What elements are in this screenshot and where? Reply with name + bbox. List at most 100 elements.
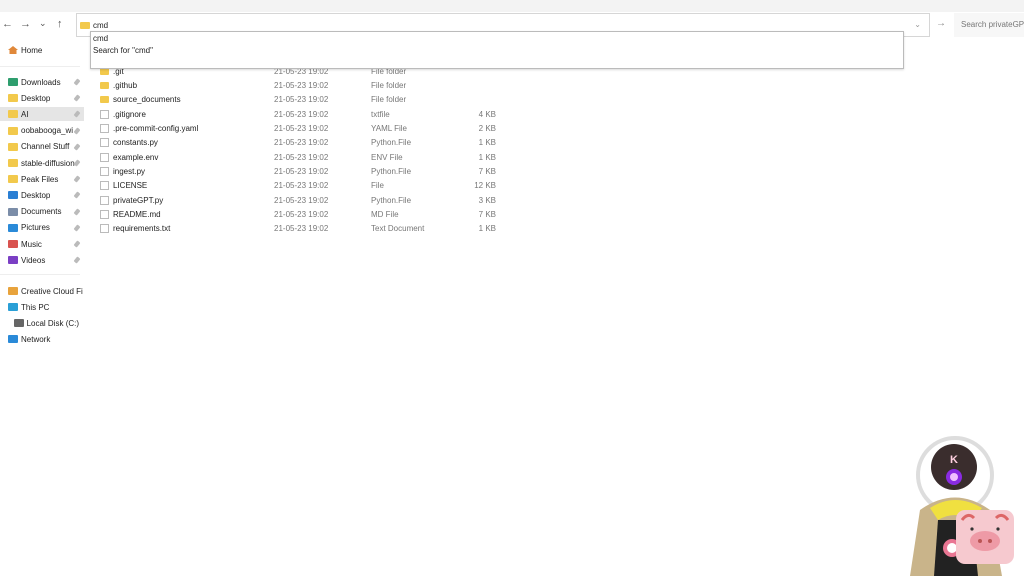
sidebar-item-videos[interactable]: Videos [0,253,86,267]
title-bar [0,0,1024,12]
file-size: 1 KB [478,152,496,162]
sidebar-item-ai[interactable]: AI [0,107,84,122]
sidebar-item-peak-files[interactable]: Peak Files [0,172,86,186]
folder-icon [8,94,18,103]
file-icon [100,181,109,191]
address-history-chevron-icon[interactable]: ⌄ [914,20,921,29]
file-icon [100,123,109,133]
go-button[interactable]: → [936,18,946,29]
streamer-mascot-overlay: K [910,436,1014,576]
folder-icon [8,142,18,151]
file-row[interactable]: ingest.py 21-05-23 19:02 Python.File 7 K… [98,164,518,178]
file-row[interactable]: privateGPT.py 21-05-23 19:02 Python.File… [98,193,518,207]
sidebar-item-network[interactable]: Network [0,332,86,346]
file-date: 21-05-23 19:02 [274,138,329,148]
file-type: Text Document [371,224,425,234]
address-suggestions: cmd Search for "cmd" [90,31,904,69]
file-icon [100,224,109,234]
sidebar-item-home[interactable]: Home [0,43,86,57]
file-date: 21-05-23 19:02 [274,224,329,234]
folder-icon [8,287,18,295]
file-date: 21-05-23 19:02 [274,123,329,133]
file-name: constants.py [113,138,158,148]
sidebar-item-downloads[interactable]: Downloads [0,75,86,89]
up-button[interactable]: ↑ [57,18,63,30]
file-date: 21-05-23 19:02 [274,152,329,162]
file-row[interactable]: requirements.txt 21-05-23 19:02 Text Doc… [98,222,518,236]
file-size: 3 KB [478,195,496,205]
file-row[interactable]: LICENSE 21-05-23 19:02 File 12 KB [98,179,518,193]
file-name: example.env [113,152,159,162]
divider [0,66,80,67]
sidebar-item-local-disk-c-[interactable]: Local Disk (C:) [0,316,86,330]
folder-icon [8,110,18,119]
file-row[interactable]: .github 21-05-23 19:02 File folder [98,78,518,92]
sidebar-item-channel-stuff[interactable]: Channel Stuff [0,140,86,154]
address-input[interactable]: cmd [93,21,108,30]
divider [0,274,80,275]
file-type: File [371,181,384,191]
suggestion-item[interactable]: cmd [93,34,108,43]
sidebar-item-desktop[interactable]: Desktop [0,91,86,105]
sidebar-item-label: Network [21,334,51,344]
folder-icon [8,191,18,200]
file-name: source_documents [113,95,181,105]
sidebar-item-oobabooga-wi[interactable]: oobabooga_wi [0,124,86,138]
sidebar-item-label: Local Disk (C:) [26,318,80,328]
file-size: 2 KB [478,123,496,133]
file-size: 1 KB [478,224,496,234]
file-date: 21-05-23 19:02 [274,195,329,205]
file-date: 21-05-23 19:02 [274,209,329,219]
file-row[interactable]: source_documents 21-05-23 19:02 File fol… [98,93,518,107]
file-type: txtfile [371,109,390,119]
folder-icon [8,78,18,86]
file-icon [100,138,109,148]
sidebar-item-this-pc[interactable]: This PC [0,300,86,314]
file-size: 12 KB [474,181,496,191]
file-size: 7 KB [478,166,496,176]
suggestion-item[interactable]: Search for "cmd" [93,46,153,55]
mascot-badge: K [950,454,958,466]
home-icon [8,46,18,54]
file-type: File folder [371,80,407,90]
file-icon [100,195,109,205]
file-date: 21-05-23 19:02 [274,109,329,119]
file-icon [100,209,109,219]
file-size: 4 KB [478,109,496,119]
file-name: .github [113,80,138,90]
file-type: ENV File [371,152,403,162]
file-size: 7 KB [478,209,496,219]
file-row[interactable]: .gitignore 21-05-23 19:02 txtfile 4 KB [98,107,518,121]
file-row[interactable]: constants.py 21-05-23 19:02 Python.File … [98,136,518,150]
folder-icon [8,256,18,265]
file-row[interactable]: example.env 21-05-23 19:02 ENV File 1 KB [98,150,518,164]
file-date: 21-05-23 19:02 [274,80,329,90]
back-button[interactable]: ← [2,18,13,30]
file-name: privateGPT.py [113,195,164,205]
file-name: ingest.py [113,166,146,176]
file-name: README.md [113,209,161,219]
sidebar-item-documents[interactable]: Documents [0,205,86,219]
folder-icon [8,207,18,216]
folder-icon [8,159,18,167]
file-date: 21-05-23 19:02 [274,166,329,176]
file-row[interactable]: .pre-commit-config.yaml 21-05-23 19:02 Y… [98,121,518,135]
file-icon [100,166,109,176]
file-type: Python.File [371,195,412,205]
file-row[interactable]: README.md 21-05-23 19:02 MD File 7 KB [98,207,518,221]
folder-icon [80,22,90,29]
file-name: requirements.txt [113,224,171,234]
folder-icon [8,223,18,232]
sidebar-item-desktop[interactable]: Desktop [0,188,86,202]
sidebar-item-stable-diffusion[interactable]: stable-diffusion [0,156,86,170]
file-type: File folder [371,95,407,105]
file-name: LICENSE [113,181,148,191]
sidebar-item-music[interactable]: Music [0,237,86,251]
file-type: Python.File [371,166,412,176]
sidebar-item-pictures[interactable]: Pictures [0,221,86,235]
search-input[interactable]: Search privateGPT [954,13,1024,37]
sidebar-item-creative-cloud-files[interactable]: Creative Cloud Files [0,284,86,298]
forward-button[interactable]: → [20,18,31,30]
recent-locations-button[interactable]: ⌄ [39,18,47,29]
folder-icon [100,96,109,104]
